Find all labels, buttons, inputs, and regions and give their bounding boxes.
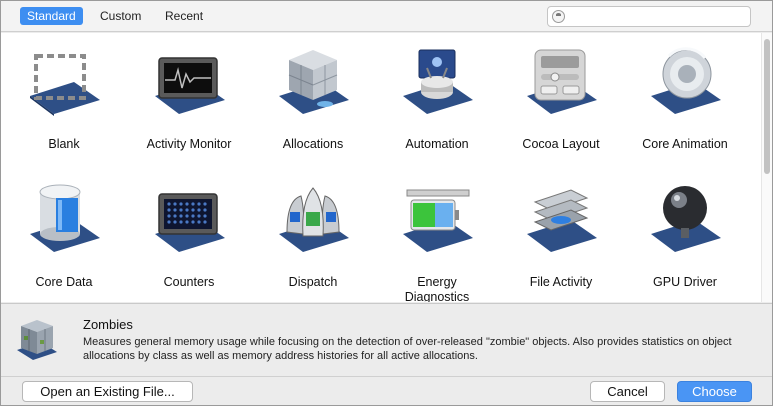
selected-template-description: Measures general memory usage while focu… xyxy=(83,336,732,362)
template-label: GPU Driver xyxy=(653,275,717,289)
selected-template-title: Zombies xyxy=(83,317,133,332)
counters-icon xyxy=(149,182,229,254)
search-icon xyxy=(552,10,565,23)
file-activity-icon xyxy=(521,182,601,254)
open-existing-file-button[interactable]: Open an Existing File... xyxy=(22,381,193,402)
template-dispatch[interactable]: Dispatch xyxy=(251,176,375,302)
template-label: Dispatch xyxy=(288,275,338,289)
search-input[interactable] xyxy=(570,8,746,25)
template-label: Counters xyxy=(163,275,215,289)
template-label: Automation xyxy=(405,137,469,151)
template-core-data[interactable]: Core Data xyxy=(2,176,126,302)
activity-monitor-icon xyxy=(149,44,229,116)
template-label: Activity Monitor xyxy=(146,137,232,151)
template-label: Blank xyxy=(48,137,80,151)
scrollbar-thumb[interactable] xyxy=(764,39,770,174)
cancel-button[interactable]: Cancel xyxy=(590,381,665,402)
automation-icon xyxy=(397,44,477,116)
template-label: Energy Diagnostics xyxy=(404,275,470,302)
vertical-scrollbar[interactable] xyxy=(761,33,772,302)
template-label: Core Animation xyxy=(642,137,728,151)
template-grid: Blank Activity Monitor Allocations Autom… xyxy=(1,33,761,302)
template-description-pane: Zombies Measures general memory usage wh… xyxy=(1,303,772,376)
template-cocoa-layout[interactable]: Cocoa Layout xyxy=(499,38,623,168)
gpu-driver-icon xyxy=(645,182,725,254)
template-label: Cocoa Layout xyxy=(522,137,600,151)
blank-template-icon xyxy=(24,44,104,116)
template-gpu-driver[interactable]: GPU Driver xyxy=(623,176,747,302)
core-animation-icon xyxy=(645,44,725,116)
energy-diagnostics-icon xyxy=(397,182,477,254)
template-automation[interactable]: Automation xyxy=(375,38,499,168)
template-counters[interactable]: Counters xyxy=(127,176,251,302)
template-activity-monitor[interactable]: Activity Monitor xyxy=(127,38,251,168)
template-label: Allocations xyxy=(282,137,344,151)
choose-button[interactable]: Choose xyxy=(677,381,752,402)
cocoa-layout-icon xyxy=(521,44,601,116)
template-allocations[interactable]: Allocations xyxy=(251,38,375,168)
template-energy-diagnostics[interactable]: Energy Diagnostics xyxy=(375,176,499,302)
tab-recent[interactable]: Recent xyxy=(158,7,210,25)
template-label: Core Data xyxy=(35,275,93,289)
button-bar: Open an Existing File... Cancel Choose xyxy=(1,376,772,405)
allocations-icon xyxy=(273,44,353,116)
zombies-icon xyxy=(15,316,59,362)
toolbar: Standard Custom Recent xyxy=(1,1,772,32)
tab-custom[interactable]: Custom xyxy=(93,7,148,25)
template-blank[interactable]: Blank xyxy=(2,38,126,168)
dispatch-icon xyxy=(273,182,353,254)
template-file-activity[interactable]: File Activity xyxy=(499,176,623,302)
core-data-icon xyxy=(24,182,104,254)
tab-standard[interactable]: Standard xyxy=(20,7,83,25)
template-chooser-window: Standard Custom Recent Blank Activity Mo… xyxy=(0,0,773,406)
template-core-animation[interactable]: Core Animation xyxy=(623,38,747,168)
search-field[interactable] xyxy=(547,6,751,27)
template-label: File Activity xyxy=(529,275,593,289)
